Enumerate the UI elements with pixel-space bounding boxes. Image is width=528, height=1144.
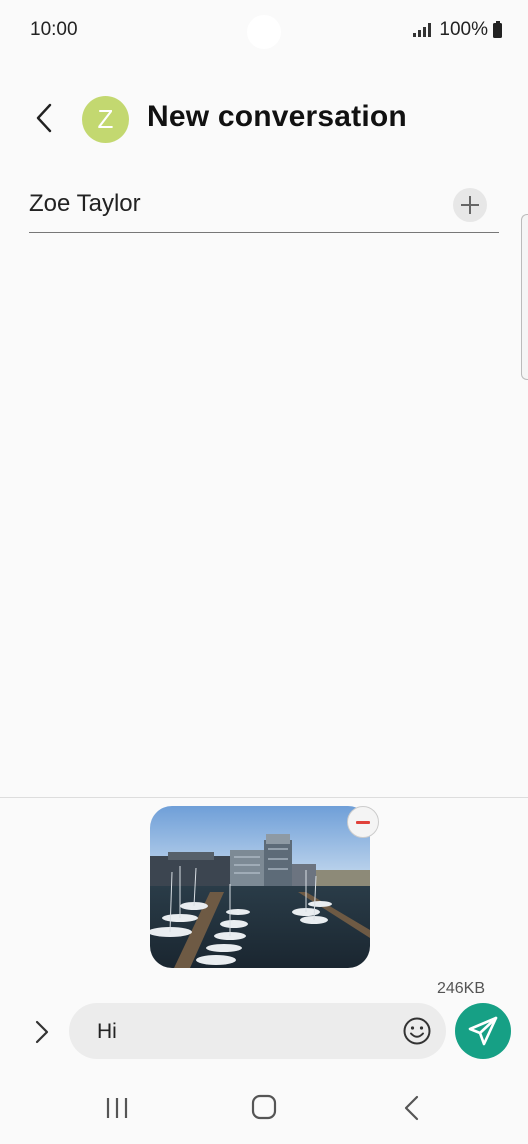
status-time: 10:00 — [30, 19, 78, 40]
avatar[interactable]: Z — [82, 96, 129, 143]
system-back-button[interactable] — [400, 1094, 424, 1122]
add-recipient-button[interactable] — [453, 188, 487, 222]
image-attachment[interactable] — [150, 806, 370, 968]
send-button[interactable] — [455, 1003, 511, 1059]
home-icon — [251, 1094, 277, 1120]
emoji-button[interactable] — [401, 1015, 433, 1047]
home-button[interactable] — [251, 1094, 277, 1120]
message-text[interactable]: Hi — [97, 1020, 117, 1044]
composer-divider — [0, 797, 528, 798]
remove-attachment-button[interactable] — [347, 806, 379, 838]
chevron-right-icon — [35, 1020, 49, 1044]
navigation-bar — [0, 1076, 528, 1144]
recent-apps-button[interactable] — [103, 1096, 131, 1120]
smiley-icon — [403, 1017, 431, 1045]
camera-cutout — [247, 15, 281, 49]
send-icon — [468, 1016, 498, 1046]
attachment-size: 246KB — [436, 980, 485, 997]
status-bar: 10:00 100% — [0, 0, 528, 60]
battery-percentage: 100% — [439, 19, 488, 40]
message-input[interactable]: Hi — [69, 1003, 446, 1059]
chevron-left-icon — [36, 103, 52, 133]
signal-icon — [413, 23, 432, 37]
status-indicators: 100% — [413, 19, 502, 41]
battery-icon — [493, 20, 502, 38]
page-title: New conversation — [147, 100, 407, 133]
recipient-field[interactable]: Zoe Taylor — [29, 180, 499, 233]
conversation-header: Z New conversation — [0, 90, 528, 150]
recent-apps-icon — [106, 1098, 128, 1118]
back-button[interactable] — [28, 100, 64, 136]
expand-options-button[interactable] — [28, 1014, 56, 1050]
scroll-handle[interactable] — [521, 214, 528, 380]
recipient-name[interactable]: Zoe Taylor — [29, 190, 141, 218]
attachment-photo — [150, 806, 370, 968]
back-icon — [404, 1095, 419, 1121]
